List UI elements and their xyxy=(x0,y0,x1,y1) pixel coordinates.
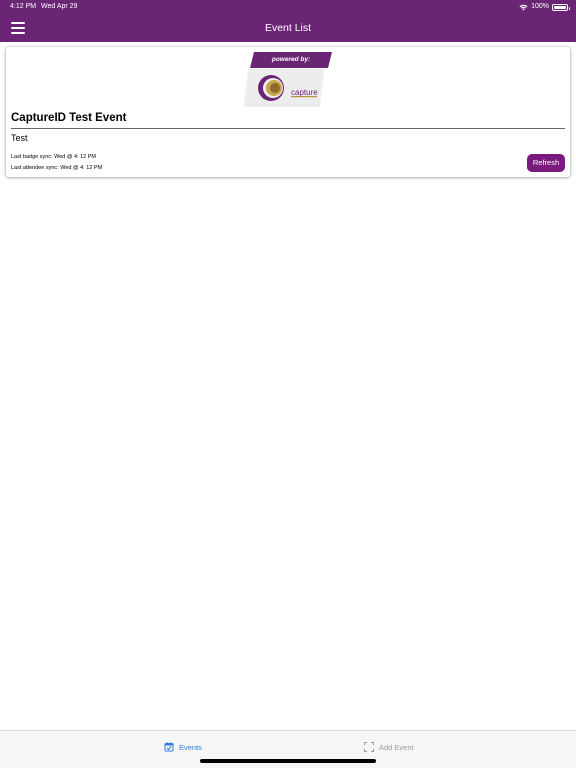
home-indicator xyxy=(200,759,376,763)
event-card[interactable]: powered by: capture CaptureID Test Event… xyxy=(6,47,570,177)
hamburger-menu-icon[interactable] xyxy=(11,22,25,34)
page-title: Event List xyxy=(264,22,312,34)
tab-add-event[interactable]: Add Event xyxy=(364,740,414,754)
wifi-icon xyxy=(519,4,528,10)
event-subtitle: Test xyxy=(11,133,28,143)
status-time: 4:12 PM xyxy=(10,3,37,10)
battery-icon xyxy=(552,3,570,11)
event-name: CaptureID Test Event xyxy=(11,112,127,124)
scan-frame-icon xyxy=(364,742,374,752)
logo-tagline: powered by: xyxy=(271,56,311,63)
status-bar: 4:12 PM Wed Apr 29 100% xyxy=(0,0,576,14)
logo-brand: capture xyxy=(291,88,318,97)
app-header: 4:12 PM Wed Apr 29 100% Event List xyxy=(0,0,576,42)
last-badge-sync: Last badge sync: Wed @ 4: 12 PM xyxy=(11,154,96,160)
last-attendee-sync: Last attendee sync: Wed @ 4: 12 PM xyxy=(11,165,103,171)
battery-percent: 100% xyxy=(531,3,549,10)
tab-events[interactable]: Events xyxy=(164,740,202,754)
tab-add-event-label: Add Event xyxy=(379,742,414,752)
capture-logo: powered by: capture xyxy=(244,52,332,107)
divider xyxy=(11,128,565,129)
tab-events-label: Events xyxy=(179,742,202,752)
calendar-check-icon xyxy=(164,742,174,752)
status-indicators: 100% xyxy=(519,0,570,14)
status-date: Wed Apr 29 xyxy=(41,3,78,10)
nav-bar: Event List xyxy=(0,14,576,42)
refresh-button[interactable]: Refresh xyxy=(527,154,565,172)
